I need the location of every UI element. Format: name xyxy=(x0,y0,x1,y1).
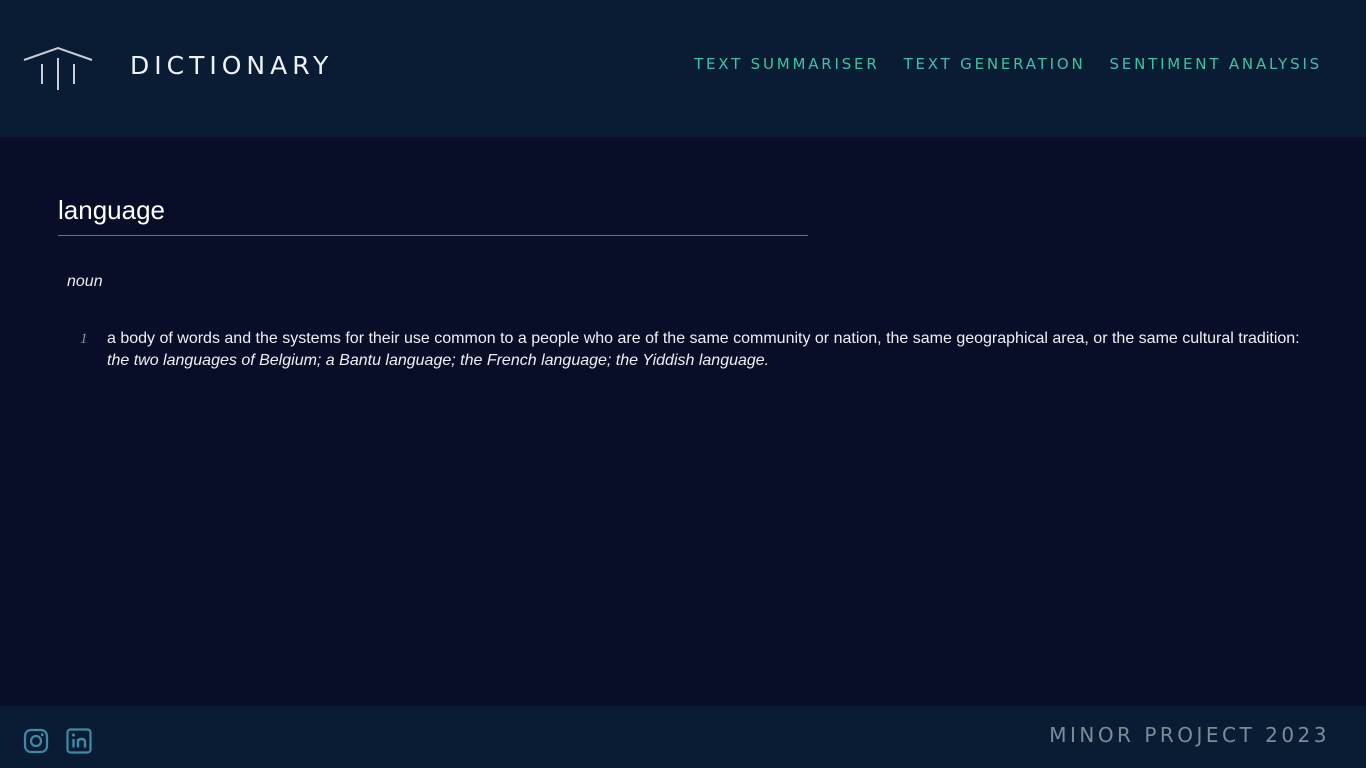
definition-number: 1 xyxy=(80,331,88,347)
definition-body: a body of words and the systems for thei… xyxy=(107,330,1300,347)
main-nav: TEXT SUMMARISER TEXT GENERATION SENTIMEN… xyxy=(694,54,1322,74)
definition-panel: language noun 1 a body of words and the … xyxy=(0,137,1366,706)
nav-text-summariser[interactable]: TEXT SUMMARISER xyxy=(694,54,880,74)
definition-text: a body of words and the systems for thei… xyxy=(107,328,1325,372)
instagram-icon[interactable] xyxy=(23,728,49,754)
part-of-speech: noun xyxy=(67,273,103,290)
nav-sentiment-analysis[interactable]: SENTIMENT ANALYSIS xyxy=(1109,54,1322,74)
word-heading: language xyxy=(58,194,808,236)
site-footer: MINOR PROJECT 2023 xyxy=(0,706,1366,768)
columns-logo-icon[interactable] xyxy=(22,44,94,92)
definition-example: the two languages of Belgium; a Bantu la… xyxy=(107,352,770,369)
brand-title[interactable]: DICTIONARY xyxy=(130,50,333,82)
linkedin-icon[interactable] xyxy=(66,728,92,754)
site-header: DICTIONARY TEXT SUMMARISER TEXT GENERATI… xyxy=(0,0,1366,137)
footer-copyright: MINOR PROJECT 2023 xyxy=(1049,723,1330,747)
nav-text-generation[interactable]: TEXT GENERATION xyxy=(904,54,1086,74)
